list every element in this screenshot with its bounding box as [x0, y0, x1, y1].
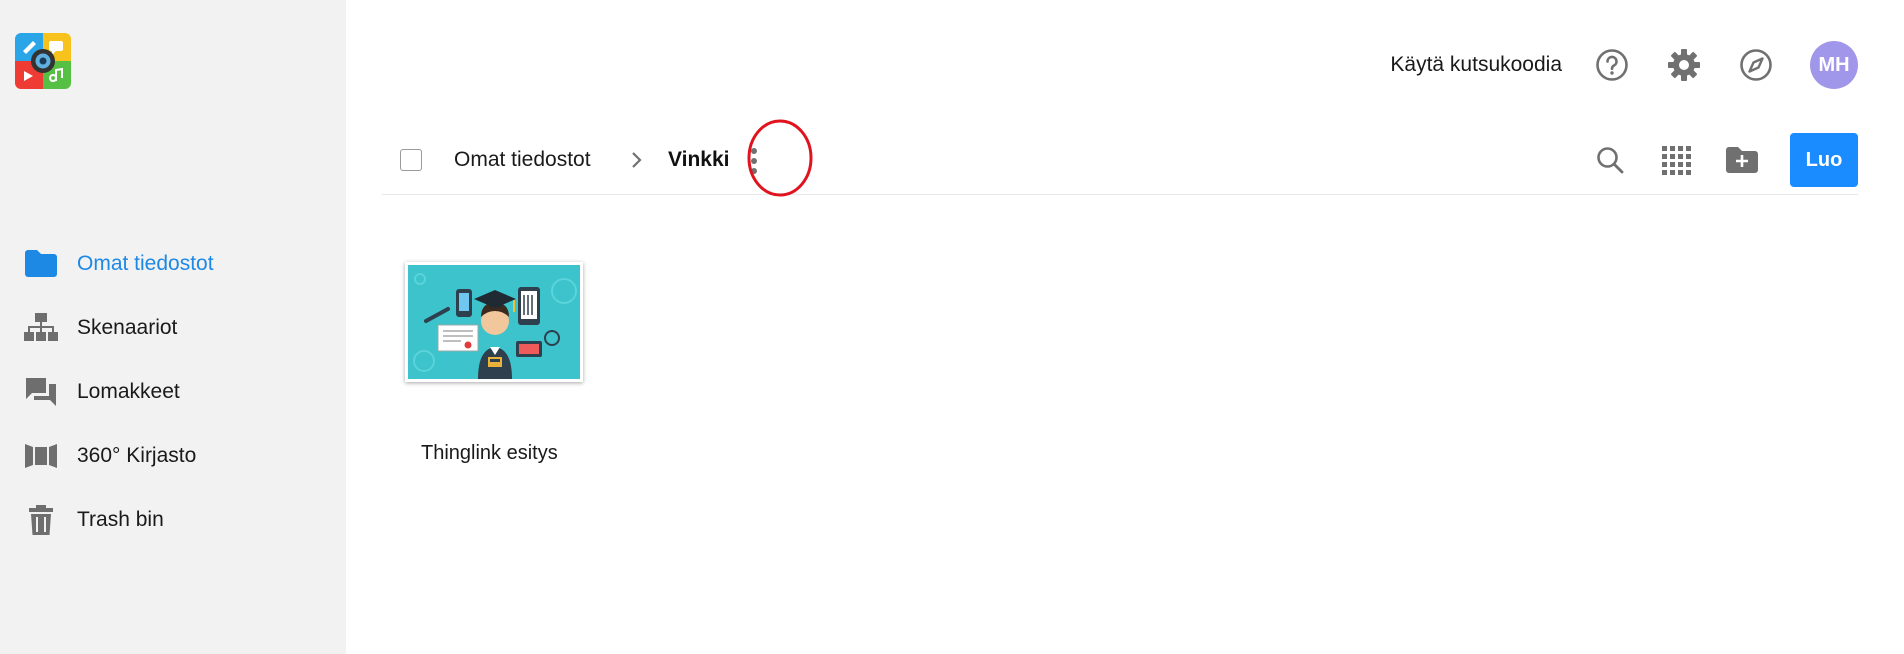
chevron-right-icon	[626, 150, 646, 170]
folder-toolbar: Omat tiedostot Vinkki Luo	[382, 132, 1858, 195]
top-bar: Käytä kutsukoodia MH	[1390, 40, 1858, 90]
folder-icon	[24, 247, 58, 281]
sidebar-nav: Omat tiedostot Skenaariot Lomakkeet 360°…	[0, 232, 346, 552]
sidebar-item-label: Skenaariot	[77, 316, 178, 339]
sidebar-item-trash-bin[interactable]: Trash bin	[0, 488, 346, 552]
sidebar-item-label: Trash bin	[77, 508, 164, 531]
select-all-checkbox[interactable]	[400, 149, 422, 171]
create-button[interactable]: Luo	[1790, 133, 1858, 187]
help-icon[interactable]	[1594, 47, 1630, 83]
annotation-circle	[747, 119, 813, 197]
trash-icon	[24, 503, 58, 537]
settings-gear-icon[interactable]	[1666, 47, 1702, 83]
grid-view-icon[interactable]	[1658, 142, 1694, 178]
breadcrumb-current: Vinkki	[668, 148, 730, 171]
file-thumbnail	[405, 262, 583, 382]
sidebar-item-label: Lomakkeet	[77, 380, 180, 403]
toolbar-actions: Luo	[1592, 132, 1858, 188]
compass-icon[interactable]	[1738, 47, 1774, 83]
sidebar-item-label: Omat tiedostot	[77, 252, 214, 275]
app-logo[interactable]	[15, 33, 71, 89]
breadcrumb-root[interactable]: Omat tiedostot	[454, 148, 591, 172]
sitemap-icon	[24, 311, 58, 345]
search-icon[interactable]	[1592, 142, 1628, 178]
file-title: Thinglink esitys	[421, 442, 558, 464]
file-card[interactable]: Thinglink esitys	[405, 262, 583, 464]
sidebar-item-skenaariot[interactable]: Skenaariot	[0, 296, 346, 360]
forum-icon	[24, 375, 58, 409]
sidebar: Omat tiedostot Skenaariot Lomakkeet 360°…	[0, 0, 346, 654]
invite-code-link[interactable]: Käytä kutsukoodia	[1390, 53, 1562, 77]
panorama-icon	[24, 439, 58, 473]
sidebar-item-360-kirjasto[interactable]: 360° Kirjasto	[0, 424, 346, 488]
new-folder-icon[interactable]	[1724, 142, 1760, 178]
avatar[interactable]: MH	[1810, 41, 1858, 89]
sidebar-item-lomakkeet[interactable]: Lomakkeet	[0, 360, 346, 424]
sidebar-item-label: 360° Kirjasto	[77, 444, 197, 467]
sidebar-item-omat-tiedostot[interactable]: Omat tiedostot	[0, 232, 346, 296]
